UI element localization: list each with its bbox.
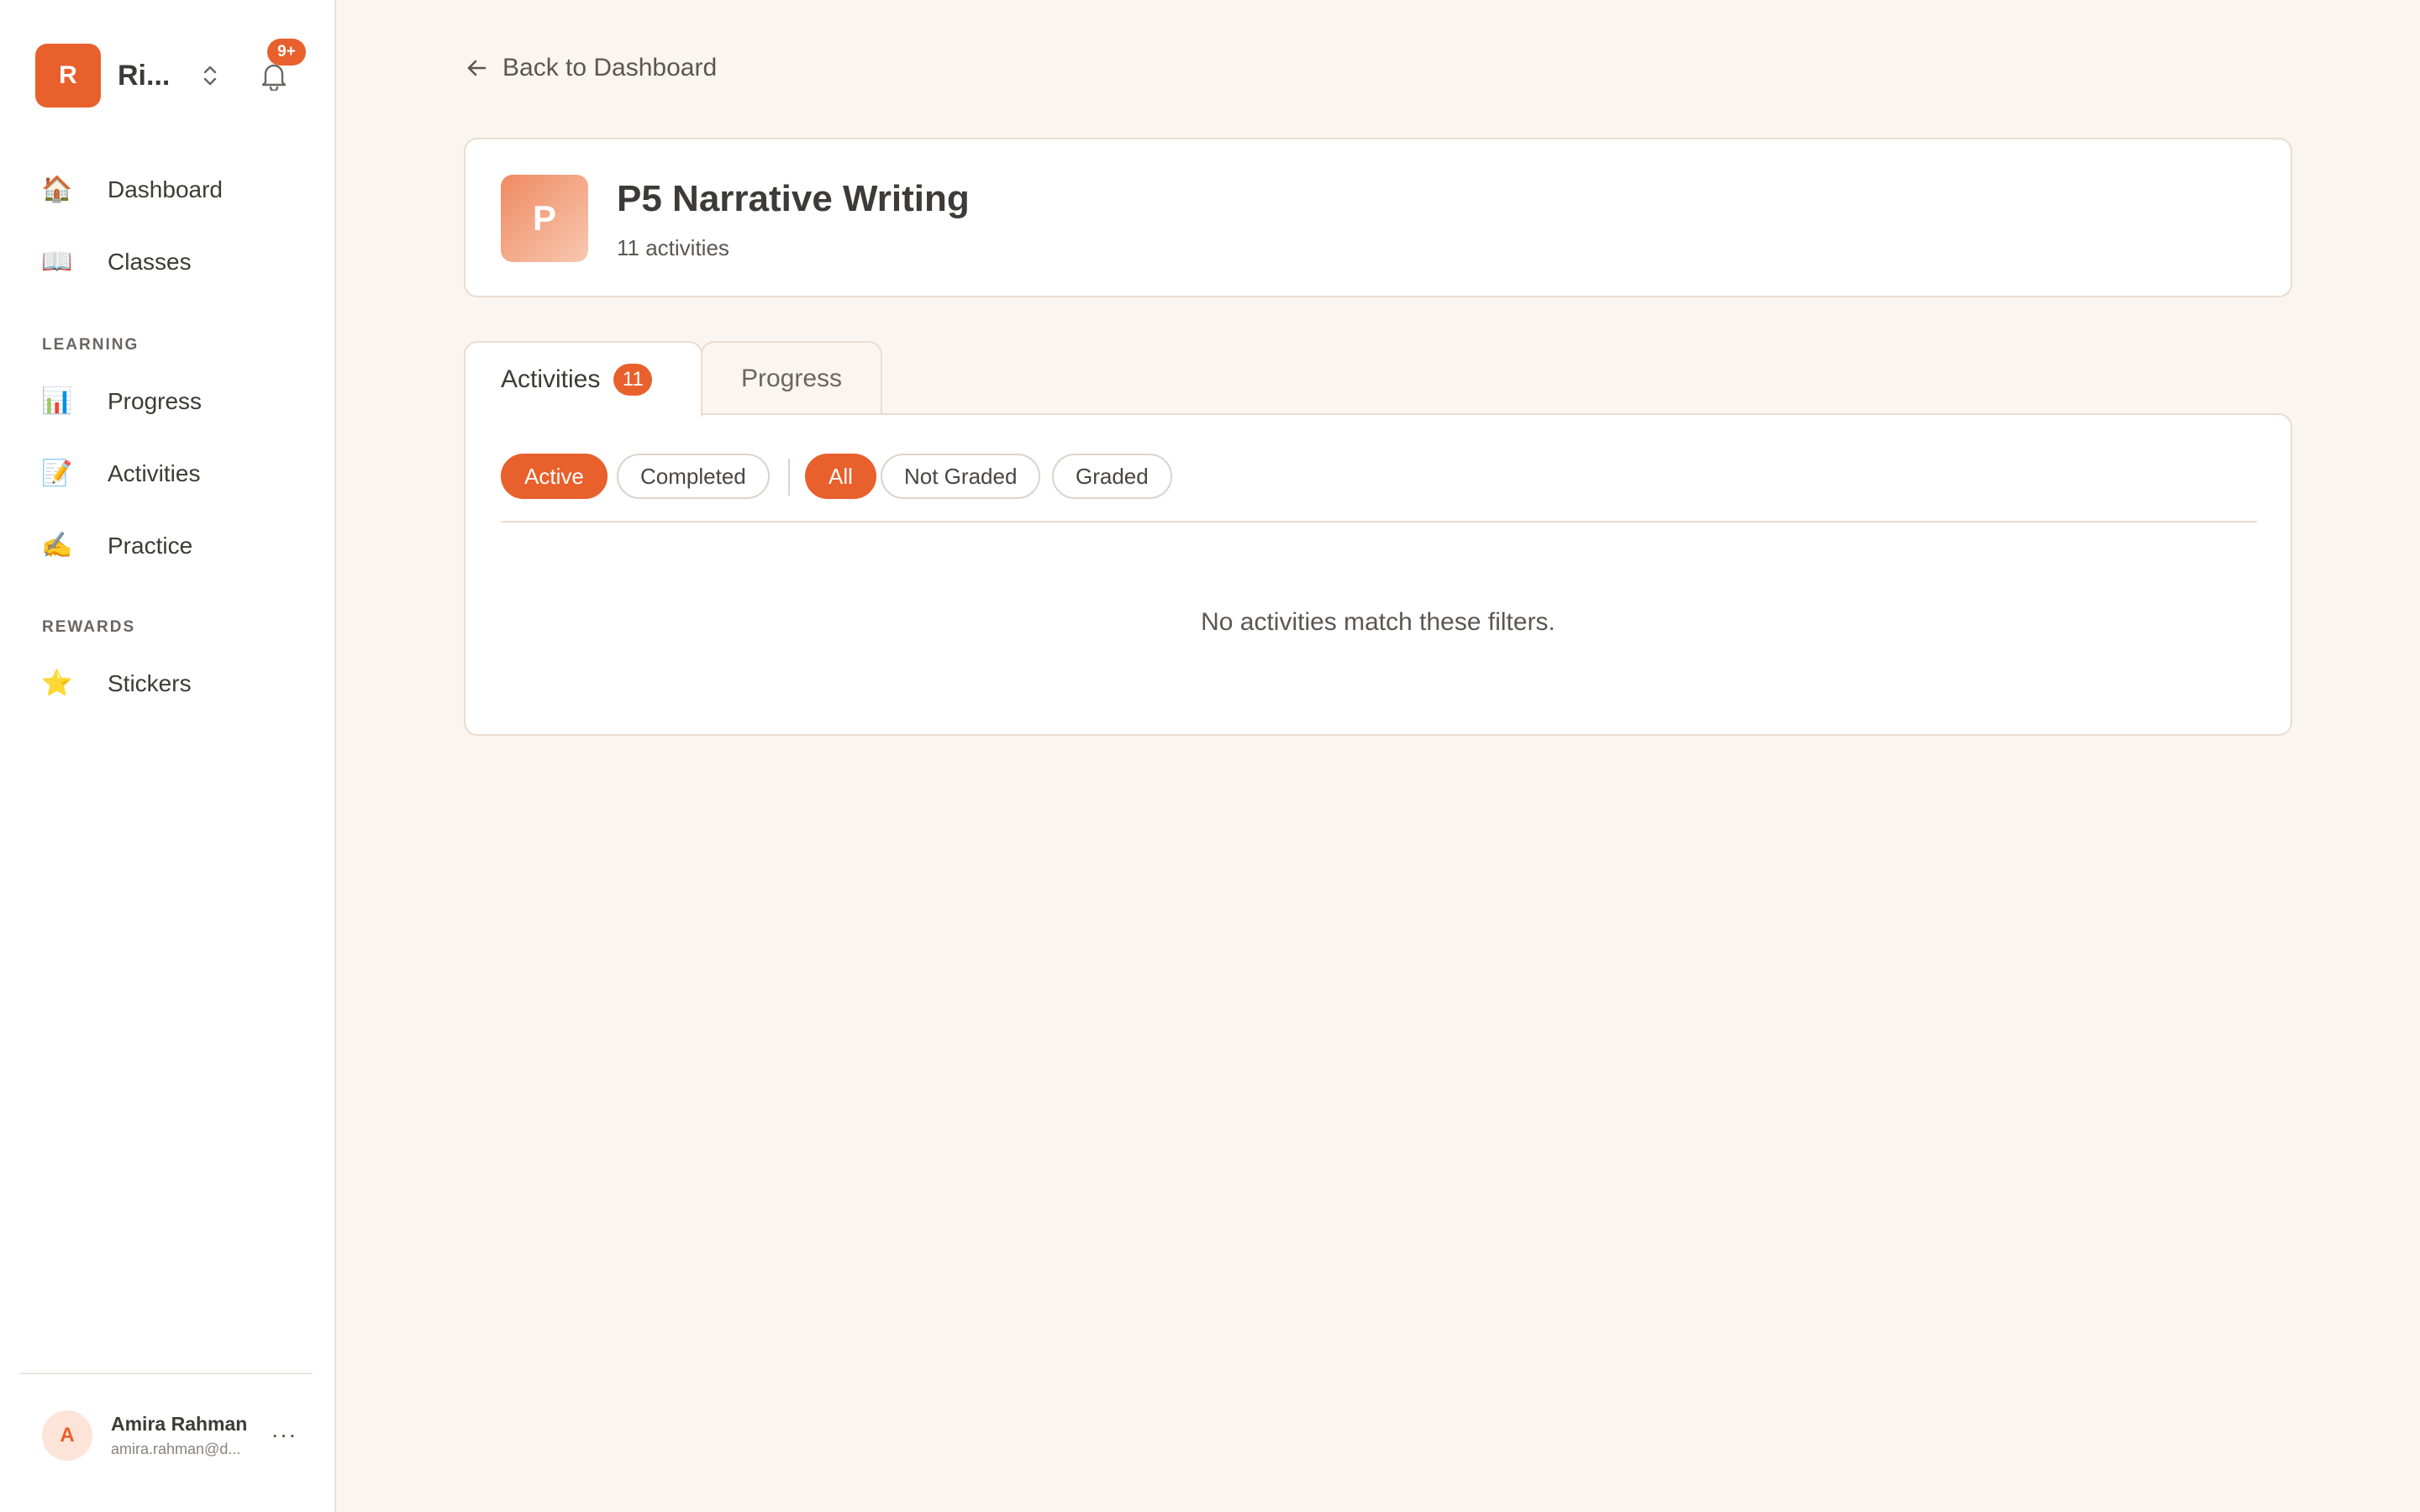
memo-icon: 📝 — [41, 459, 73, 488]
sidebar-item-label: Stickers — [108, 670, 192, 696]
activity-count-text: 11 activities — [617, 235, 729, 260]
arrow-left-icon — [464, 55, 489, 81]
house-icon: 🏠 — [41, 175, 73, 204]
star-icon: ⭐ — [41, 669, 73, 698]
section-label-rewards: REWARDS — [42, 618, 136, 636]
user-profile[interactable]: A Amira Rahman amira.rahman@d... ··· — [42, 1408, 311, 1463]
sidebar-item-label: Dashboard — [108, 176, 223, 202]
sidebar-item-label: Progress — [108, 388, 203, 414]
sidebar-item-label: Activities — [108, 460, 201, 486]
user-email: amira.rahman@d... — [111, 1441, 241, 1457]
filter-not-graded-chip[interactable]: Not Graded — [881, 454, 1041, 499]
tab-label: Progress — [740, 365, 843, 392]
section-label-learning: LEARNING — [42, 336, 139, 354]
chevron-up-down-icon[interactable] — [195, 60, 225, 91]
class-avatar: P — [501, 175, 588, 262]
sidebar-item-practice[interactable]: ✍️ Practice — [18, 517, 318, 575]
sidebar: R Ri... 9+ 🏠 Dashboard 📖 Classes LEARNIN… — [0, 0, 336, 1512]
org-name: Ri... — [118, 59, 171, 92]
divider — [501, 521, 2257, 522]
more-options-icon[interactable]: ··· — [266, 1416, 302, 1453]
filter-graded-chip[interactable]: Graded — [1052, 454, 1172, 499]
tab-progress[interactable]: Progress — [701, 341, 882, 415]
tab-count-badge: 11 — [613, 364, 653, 396]
filter-completed-chip[interactable]: Completed — [617, 454, 770, 499]
filter-active-chip[interactable]: Active — [501, 454, 608, 499]
org-avatar: R — [35, 44, 101, 108]
sidebar-item-label: Practice — [108, 533, 193, 559]
page-title: P5 Narrative Writing — [617, 178, 970, 219]
notification-badge: 9+ — [267, 39, 306, 66]
divider — [20, 1373, 313, 1374]
sidebar-item-dashboard[interactable]: 🏠 Dashboard — [18, 161, 318, 218]
writing-hand-icon: ✍️ — [41, 531, 73, 560]
activities-panel: Active Completed All Not Graded Graded N… — [464, 413, 2292, 736]
avatar: A — [42, 1410, 92, 1461]
sidebar-item-activities[interactable]: 📝 Activities — [18, 445, 318, 502]
back-to-dashboard-link[interactable]: Back to Dashboard — [464, 49, 717, 87]
sidebar-item-label: Classes — [108, 249, 192, 275]
bar-chart-icon: 📊 — [41, 386, 73, 416]
filter-all-chip[interactable]: All — [805, 454, 876, 499]
sidebar-item-stickers[interactable]: ⭐ Stickers — [18, 655, 318, 712]
filter-separator — [788, 459, 790, 496]
empty-state-message: No activities match these filters. — [1201, 608, 1555, 636]
user-name: Amira Rahman — [111, 1413, 248, 1435]
back-link-label: Back to Dashboard — [502, 54, 718, 81]
tab-label: Activities — [501, 365, 601, 393]
sidebar-item-classes[interactable]: 📖 Classes — [18, 234, 318, 291]
class-header-card: P P5 Narrative Writing 11 activities — [464, 138, 2292, 297]
tab-activities[interactable]: Activities 11 — [464, 341, 702, 417]
book-icon: 📖 — [41, 247, 73, 276]
sidebar-item-progress[interactable]: 📊 Progress — [18, 373, 318, 430]
